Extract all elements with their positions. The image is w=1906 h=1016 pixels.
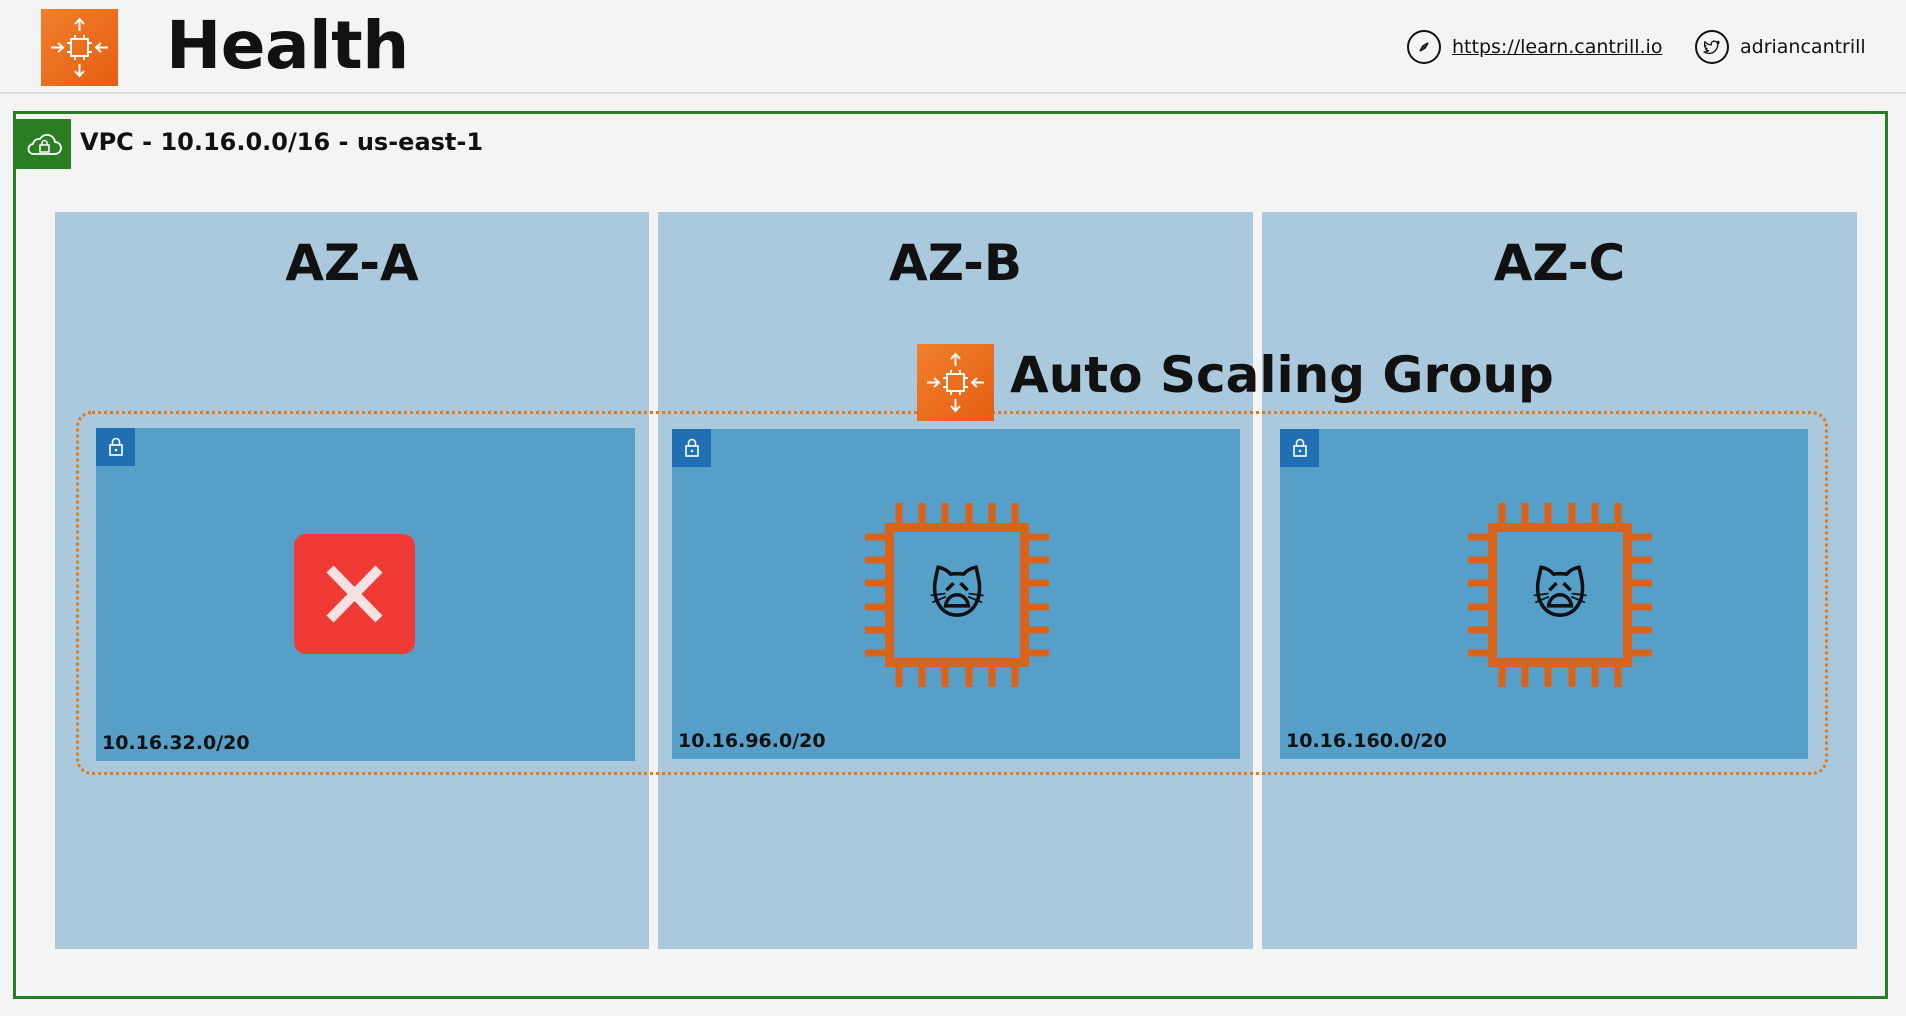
course-link[interactable]: https://learn.cantrill.io: [1407, 27, 1662, 67]
course-link-text[interactable]: https://learn.cantrill.io: [1452, 36, 1662, 58]
compass-icon: [1407, 30, 1441, 64]
auto-scaling-logo-icon: [41, 9, 118, 86]
az-title: AZ-A: [285, 234, 419, 292]
vpc-label: VPC - 10.16.0.0/16 - us-east-1: [80, 128, 484, 156]
cat-emoji: 🙀: [1531, 563, 1589, 626]
az-title: AZ-B: [889, 234, 1022, 292]
ec2-instance-icon: 🙀: [865, 503, 1049, 687]
vpc-cloud-lock-icon: [16, 119, 71, 169]
twitter-handle[interactable]: adriancantrill: [1695, 27, 1866, 67]
error-x-icon: [294, 534, 415, 654]
az-title: AZ-C: [1493, 234, 1626, 292]
header-divider: [0, 92, 1906, 94]
auto-scaling-icon: [917, 344, 994, 421]
page-title: Health: [166, 7, 409, 84]
twitter-icon: [1695, 30, 1729, 64]
cat-emoji: 🙀: [928, 563, 986, 626]
twitter-handle-text[interactable]: adriancantrill: [1740, 36, 1866, 58]
auto-scaling-group-label: Auto Scaling Group: [1010, 346, 1554, 404]
ec2-instance-icon: 🙀: [1468, 503, 1652, 687]
